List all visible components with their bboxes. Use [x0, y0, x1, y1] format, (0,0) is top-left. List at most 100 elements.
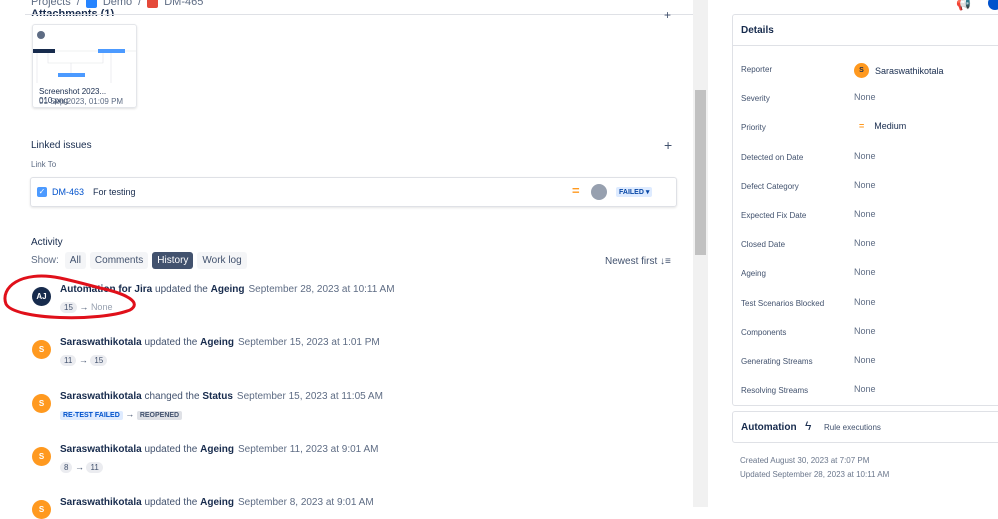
sort-icon: ↓≡: [660, 256, 671, 267]
entry-action: changed the: [144, 390, 200, 402]
entry-change: 11 → 15: [60, 355, 108, 367]
filter-comments[interactable]: Comments: [89, 252, 149, 269]
automation-title: Automation: [741, 422, 797, 433]
field-label: Expected Fix Date: [741, 211, 807, 220]
linked-issue-summary[interactable]: For testing: [93, 187, 136, 197]
field-label: Generating Streams: [741, 357, 813, 366]
entry-time: September 15, 2023 at 11:05 AM: [236, 390, 383, 402]
field-label: Reporter: [741, 65, 773, 74]
entry-field: Status: [202, 390, 233, 402]
field-label: Resolving Streams: [741, 386, 809, 396]
filter-history[interactable]: History: [152, 252, 194, 269]
notification-icon[interactable]: [988, 0, 998, 10]
entry-user[interactable]: Saraswathikotala: [60, 391, 142, 402]
avatar: S: [32, 446, 51, 466]
linked-issue-key[interactable]: DM-463: [52, 187, 84, 197]
field-value-text: None: [854, 384, 876, 395]
field-value[interactable]: None: [854, 267, 876, 277]
automation-panel[interactable]: Automation ϟ Rule executions: [732, 411, 998, 443]
add-attachment-icon[interactable]: +: [664, 8, 671, 22]
linked-issues-title: Linked issues: [31, 140, 92, 151]
entry-line: Saraswathikotala updated the Ageing Septe…: [60, 337, 380, 348]
field-value[interactable]: None: [854, 180, 876, 190]
avatar: S: [32, 500, 51, 519]
breadcrumb: Projects / Demo / DM-465: [31, 0, 203, 8]
field-label: Severity: [741, 94, 770, 104]
breadcrumb-demo[interactable]: Demo: [103, 0, 132, 8]
entry-field: Ageing: [210, 284, 245, 295]
field-value[interactable]: = Medium: [854, 121, 906, 131]
reporter-avatar: S: [854, 63, 869, 78]
add-link-icon[interactable]: +: [664, 137, 672, 153]
field-value[interactable]: None: [854, 92, 876, 102]
field-label: Defect Category: [741, 181, 799, 191]
avatar: S: [32, 340, 51, 360]
field-label: Ageing: [741, 269, 766, 279]
field-value[interactable]: None: [854, 151, 876, 161]
megaphone-icon[interactable]: 📢: [956, 0, 971, 11]
field-value[interactable]: None: [854, 238, 876, 248]
entry-user[interactable]: Saraswathikotala: [60, 444, 142, 455]
entry-time: September 28, 2023 at 10:11 AM: [248, 284, 395, 295]
rule-executions[interactable]: Rule executions: [824, 423, 881, 432]
attachment-thumbnail: [33, 31, 136, 83]
breadcrumb-issue[interactable]: DM-465: [164, 0, 203, 8]
change-to: 15: [90, 355, 108, 367]
arrow-icon: →: [78, 355, 88, 366]
unassigned-avatar-icon: [591, 184, 607, 200]
linked-issue-row[interactable]: ✓ DM-463 For testing = FAILED ▾: [30, 177, 677, 207]
change-to: REOPENED: [136, 410, 183, 420]
entry-time: September 11, 2023 at 9:01 AM: [238, 443, 379, 455]
field-value[interactable]: None: [854, 297, 876, 307]
field-value-text: None: [854, 238, 876, 249]
scrollbar-thumb[interactable]: [695, 90, 706, 255]
entry-action: updated the: [144, 443, 198, 455]
linked-issue-status[interactable]: FAILED ▾: [616, 187, 653, 197]
entry-action: updated the: [144, 337, 198, 349]
change-from: 11: [60, 355, 77, 367]
attachment-card[interactable]: Screenshot 2023... 010.png 01 Sep 2023, …: [32, 24, 137, 108]
project-icon: [85, 0, 97, 8]
lightning-icon: ϟ: [805, 419, 812, 433]
task-icon: ✓: [37, 187, 47, 197]
field-label: Detected on Date: [741, 152, 804, 162]
details-panel: Details Reporter S Saraswathikotala Severit…: [732, 14, 998, 406]
field-value-text: None: [854, 267, 876, 278]
priority-medium-icon: =: [572, 183, 580, 198]
avatar: S: [32, 393, 51, 413]
change-from: 8: [60, 461, 73, 473]
field-value[interactable]: None: [854, 384, 876, 394]
activity-title: Activity: [31, 237, 63, 248]
divider: [25, 14, 693, 15]
divider: [733, 45, 998, 46]
field-value[interactable]: S Saraswathikotala: [854, 63, 944, 78]
entry-field: Ageing: [200, 443, 234, 455]
arrow-icon: →: [74, 461, 84, 472]
field-label: Closed Date: [741, 240, 786, 250]
change-from: RE-TEST FAILED: [60, 410, 123, 420]
arrow-icon: →: [125, 408, 135, 419]
filter-all[interactable]: All: [64, 252, 86, 269]
link-type-label: Link To: [31, 160, 57, 169]
field-value-text: None: [854, 92, 876, 103]
sort-button[interactable]: Newest first ↓≡: [605, 256, 671, 267]
field-value-text: None: [854, 179, 876, 190]
entry-change: 8 → 11: [60, 461, 103, 473]
field-label: Components: [741, 327, 787, 337]
entry-line: Saraswathikotala changed the Status Septe…: [60, 391, 383, 402]
entry-user[interactable]: Saraswathikotala: [60, 337, 142, 348]
scrollbar[interactable]: [693, 0, 708, 507]
field-value[interactable]: None: [854, 326, 876, 336]
entry-time: September 15, 2023 at 1:01 PM: [238, 337, 380, 349]
change-to: 11: [86, 461, 103, 473]
field-value-text: None: [854, 296, 876, 307]
filter-work-log[interactable]: Work log: [197, 252, 247, 269]
created-date: Created August 30, 2023 at 7:07 PM: [740, 456, 870, 465]
bug-icon: [147, 0, 159, 8]
show-label: Show:: [31, 255, 59, 266]
breadcrumb-projects[interactable]: Projects: [31, 0, 71, 8]
red-annotation-circle: [3, 274, 136, 320]
details-title: Details: [741, 25, 774, 36]
field-value[interactable]: None: [854, 209, 876, 219]
field-value[interactable]: None: [854, 355, 876, 365]
